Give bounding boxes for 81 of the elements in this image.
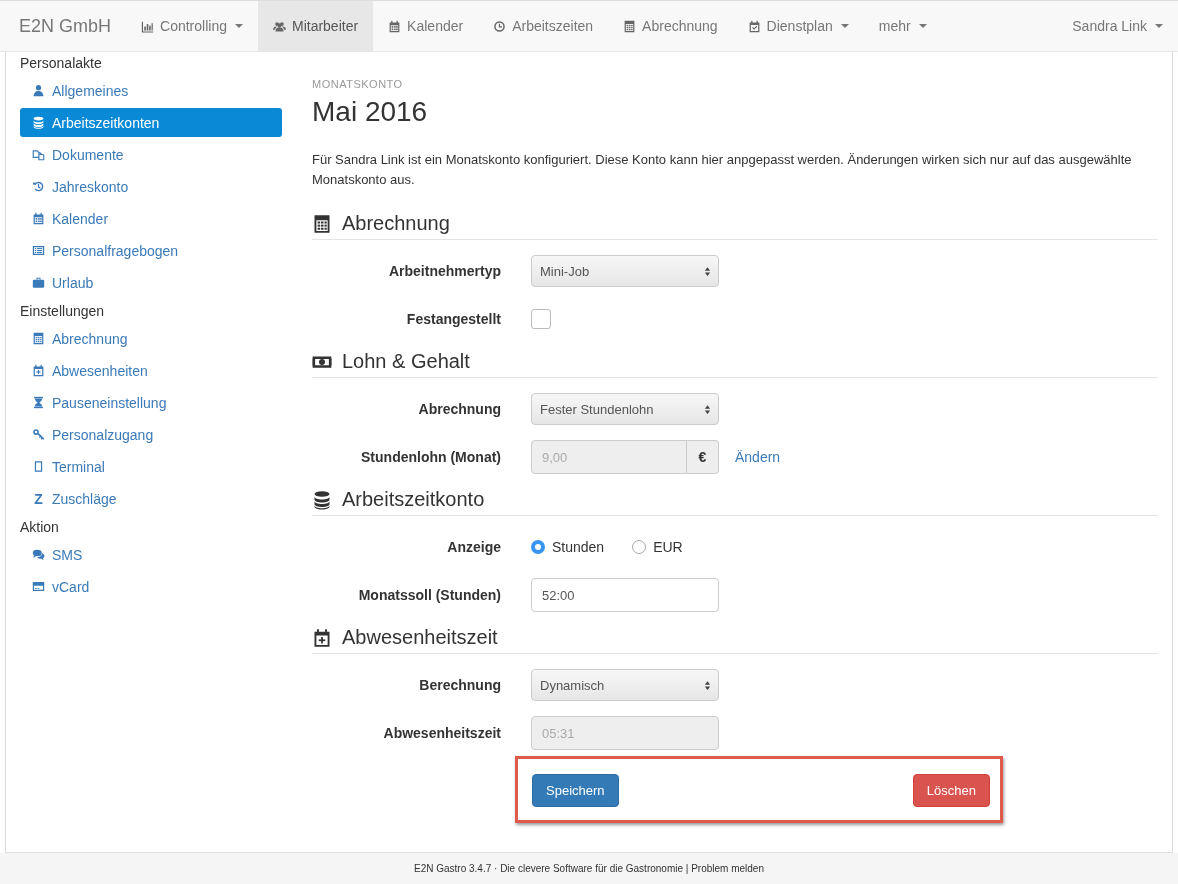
section-heading: Abrechnung	[342, 212, 450, 235]
hourglass-icon	[32, 396, 45, 409]
page-eyebrow: MONATSKONTO	[312, 78, 404, 90]
clock-icon	[493, 19, 507, 33]
text-input[interactable]: 52:00	[531, 578, 719, 612]
page-title: Mai 2016	[312, 96, 429, 128]
nav-item[interactable]: Mitarbeiter	[257, 1, 374, 51]
field-label: Stundenlohn (Monat)	[360, 449, 502, 465]
calculator-icon	[312, 213, 332, 234]
sidebar-item[interactable]: Abwesenheiten	[20, 356, 282, 385]
updown-arrows-icon	[704, 403, 711, 415]
save-button[interactable]: Speichern	[532, 774, 619, 807]
comments-icon	[32, 548, 45, 561]
checkbox[interactable]	[531, 309, 551, 329]
sidebar-heading: Aktion	[20, 518, 60, 537]
updown-arrows-icon	[704, 265, 711, 277]
section-heading: Lohn & Gehalt	[342, 350, 470, 373]
bar-chart-icon	[141, 19, 155, 33]
radio-button[interactable]	[531, 540, 545, 554]
documents-icon	[32, 148, 45, 161]
briefcase-icon	[32, 276, 45, 289]
currency-addon: €	[687, 440, 719, 474]
calendar-check-icon	[747, 19, 761, 33]
radio-label: Stunden	[552, 539, 605, 555]
sidebar-item[interactable]: Dokumente	[20, 140, 282, 169]
sidebar-heading: Einstellungen	[20, 302, 106, 321]
sidebar-item[interactable]: Kalender	[20, 204, 282, 233]
sidebar-item[interactable]: Urlaub	[20, 268, 282, 297]
database-icon	[312, 489, 332, 510]
nav-item[interactable]: Arbeitszeiten	[478, 1, 609, 51]
nav-item[interactable]: Controlling	[126, 1, 258, 51]
field-label: Arbeitnehmertyp	[387, 263, 502, 279]
sidebar-item[interactable]: Personalzugang	[20, 420, 282, 449]
select-dropdown[interactable]: Fester Stundenlohn	[531, 393, 719, 425]
field-label: Festangestellt	[405, 311, 502, 327]
sidebar-item[interactable]: Jahreskonto	[20, 172, 282, 201]
footer-text: E2N Gastro 3.4.7 · Die clevere Software für die Gastronomie | Problem melden	[414, 863, 764, 874]
calculator-icon	[623, 19, 637, 33]
key-icon	[32, 428, 45, 441]
sidebar-item[interactable]: vCard	[20, 572, 282, 601]
sidebar-heading: Personalakte	[20, 54, 103, 73]
users-icon	[272, 19, 286, 33]
user-icon	[32, 84, 45, 97]
radio-label: EUR	[653, 539, 683, 555]
credit-card-icon	[32, 580, 45, 593]
updown-arrows-icon	[704, 679, 711, 691]
sidebar-item[interactable]: Allgemeines	[20, 76, 282, 105]
select-dropdown[interactable]: Mini-Job	[531, 255, 719, 287]
list-icon	[32, 244, 45, 257]
nav-item[interactable]: Kalender	[373, 1, 479, 51]
field-label: Abwesenheitszeit	[382, 725, 502, 741]
nav-item[interactable]: Dienstplan	[732, 1, 864, 51]
calendar-plus-icon	[312, 627, 332, 648]
user-menu[interactable]: Sandra Link	[1057, 1, 1178, 51]
sidebar-item[interactable]: Terminal	[20, 452, 282, 481]
intro-text: Für Sandra Link ist ein Monatskonto konfiguriert. Diese Konto kann hier anpgepasst werden. Änderungen wirken sich nur auf das ausgewählte Monatskonto aus.	[312, 151, 1133, 189]
field-label: Berechnung	[418, 677, 502, 693]
sidebar-item[interactable]: Pauseneinstellung	[20, 388, 282, 417]
nav-item[interactable]: Abrechnung	[608, 1, 733, 51]
field-label: Anzeige	[446, 539, 502, 555]
delete-button[interactable]: Löschen	[912, 774, 990, 807]
nav-item[interactable]: mehr	[863, 1, 942, 51]
section-heading: Arbeitszeitkonto	[342, 488, 485, 511]
sidebar-item[interactable]: Personalfragebogen	[20, 236, 282, 265]
sidebar-item[interactable]: SMS	[20, 540, 282, 569]
radio-button[interactable]	[632, 540, 647, 554]
history-icon	[32, 180, 45, 193]
calculator-icon	[32, 332, 45, 345]
calendar-icon	[388, 19, 402, 33]
sidebar-item[interactable]: Z Zuschläge	[20, 484, 282, 513]
tablet-icon	[32, 460, 45, 473]
field-label: Abrechnung	[417, 401, 502, 417]
database-icon	[32, 116, 45, 129]
calendar-icon	[32, 212, 45, 225]
sidebar-item[interactable]: Arbeitszeitkonten	[20, 108, 282, 137]
calendar-plus-icon	[32, 364, 45, 377]
sidebar-item[interactable]: Abrechnung	[20, 324, 282, 353]
section-heading: Abwesenheitszeit	[342, 626, 498, 649]
brand-link[interactable]: E2N GmbH	[0, 1, 127, 51]
field-label: Monatssoll (Stunden)	[357, 587, 502, 603]
select-dropdown[interactable]: Dynamisch	[531, 669, 719, 701]
